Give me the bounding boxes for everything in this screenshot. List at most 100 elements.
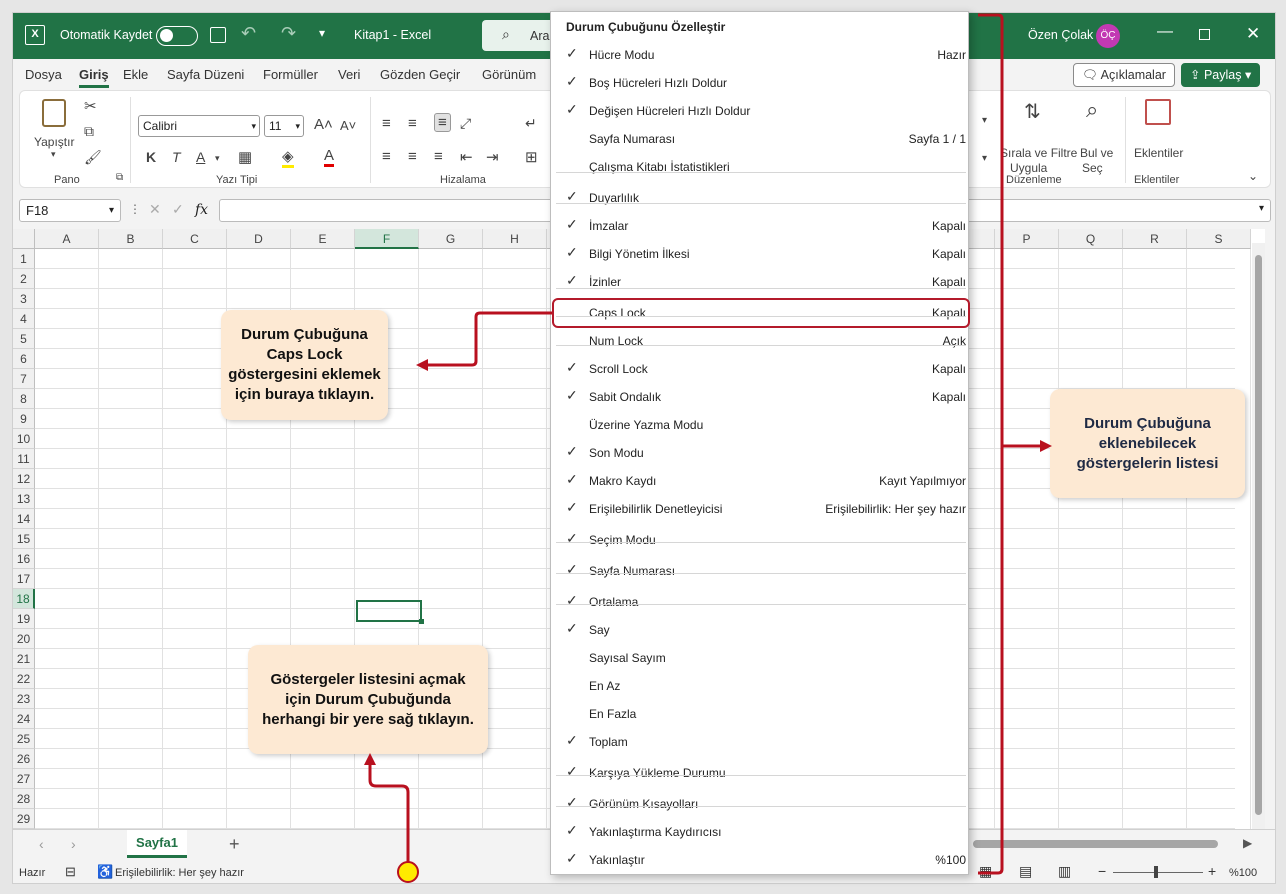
- column-header-c[interactable]: C: [163, 229, 227, 249]
- row-header-23[interactable]: 23: [13, 689, 35, 709]
- fill-color-icon[interactable]: ◈: [282, 147, 294, 168]
- ribbon-collapse-icon[interactable]: ⌄: [1248, 169, 1258, 183]
- chevron-down-icon[interactable]: ▾: [982, 115, 987, 126]
- bold-button[interactable]: K: [146, 149, 156, 165]
- menu-item-yakınlaştır[interactable]: ✓ Yakınlaştır %100: [551, 847, 970, 873]
- menu-item-seçim-modu[interactable]: ✓ Seçim Modu: [551, 527, 970, 553]
- row-header-1[interactable]: 1: [13, 249, 35, 269]
- borders-icon[interactable]: ▦: [238, 148, 252, 166]
- align-right-icon[interactable]: ≡: [434, 148, 443, 165]
- row-header-12[interactable]: 12: [13, 469, 35, 489]
- name-box[interactable]: F18 ▾: [19, 199, 121, 222]
- scroll-left-icon[interactable]: ‹: [39, 836, 44, 852]
- column-header-e[interactable]: E: [291, 229, 355, 249]
- quick-access-menu-icon[interactable]: ▾: [319, 26, 325, 40]
- cancel-icon[interactable]: ✕: [149, 201, 161, 218]
- row-header-21[interactable]: 21: [13, 649, 35, 669]
- page-break-view-icon[interactable]: ▥: [1058, 863, 1071, 880]
- column-header-q[interactable]: Q: [1059, 229, 1123, 249]
- menu-item-sayısal-sayım[interactable]: Sayısal Sayım: [551, 645, 970, 671]
- cut-icon[interactable]: ✂: [84, 97, 97, 115]
- menu-item-hücre-modu[interactable]: ✓ Hücre Modu Hazır: [551, 42, 970, 68]
- tab-page-layout[interactable]: Sayfa Düzeni: [167, 67, 244, 82]
- macro-record-icon[interactable]: ⊟: [65, 864, 76, 880]
- menu-item-bilgi-yönetim-i-lkesi[interactable]: ✓ Bilgi Yönetim İlkesi Kapalı: [551, 241, 970, 267]
- addins-label[interactable]: Eklentiler: [1134, 146, 1183, 160]
- row-header-14[interactable]: 14: [13, 509, 35, 529]
- zoom-slider-thumb[interactable]: [1154, 866, 1158, 878]
- row-header-26[interactable]: 26: [13, 749, 35, 769]
- row-header-19[interactable]: 19: [13, 609, 35, 629]
- comments-button[interactable]: 🗨 Açıklamalar: [1073, 63, 1175, 87]
- align-top-icon[interactable]: ≡: [382, 115, 391, 132]
- scroll-right-icon[interactable]: ▶: [1243, 836, 1252, 850]
- row-header-11[interactable]: 11: [13, 449, 35, 469]
- column-header-r[interactable]: R: [1123, 229, 1187, 249]
- column-header-s[interactable]: S: [1187, 229, 1251, 249]
- wrap-text-icon[interactable]: ↵: [525, 115, 537, 132]
- align-left-icon[interactable]: ≡: [382, 148, 391, 165]
- insert-function-icon[interactable]: fx: [195, 202, 208, 218]
- row-header-29[interactable]: 29: [13, 809, 35, 829]
- menu-item-sayfa-numarası[interactable]: ✓ Sayfa Numarası: [551, 558, 970, 584]
- undo-icon[interactable]: ↶: [241, 23, 256, 44]
- accessibility-status[interactable]: Erişilebilirlik: Her şey hazır: [115, 867, 244, 879]
- row-header-7[interactable]: 7: [13, 369, 35, 389]
- chevron-down-icon[interactable]: ▾: [215, 153, 220, 164]
- menu-item-üzerine-yazma-modu[interactable]: Üzerine Yazma Modu: [551, 412, 970, 438]
- find-select-label-2[interactable]: Seç: [1082, 161, 1103, 175]
- font-name-select[interactable]: Calibri ▾: [138, 115, 260, 137]
- row-header-10[interactable]: 10: [13, 429, 35, 449]
- scrollbar-thumb[interactable]: [1255, 255, 1262, 815]
- menu-item-say[interactable]: ✓ Say: [551, 617, 970, 643]
- sort-filter-icon[interactable]: ⇅: [1024, 99, 1041, 124]
- column-header-d[interactable]: D: [227, 229, 291, 249]
- tab-formulas[interactable]: Formüller: [263, 67, 318, 82]
- column-header-f[interactable]: F: [355, 229, 419, 249]
- sheet-tab-sayfa1[interactable]: Sayfa1: [127, 830, 187, 858]
- row-header-4[interactable]: 4: [13, 309, 35, 329]
- save-icon[interactable]: [210, 27, 226, 43]
- row-header-22[interactable]: 22: [13, 669, 35, 689]
- menu-item-toplam[interactable]: ✓ Toplam: [551, 729, 970, 755]
- enter-icon[interactable]: ✓: [172, 201, 184, 218]
- row-header-27[interactable]: 27: [13, 769, 35, 789]
- column-header-g[interactable]: G: [419, 229, 483, 249]
- row-header-15[interactable]: 15: [13, 529, 35, 549]
- addins-icon[interactable]: [1145, 99, 1171, 125]
- menu-item-yakınlaştırma-kaydırıcısı[interactable]: ✓ Yakınlaştırma Kaydırıcısı: [551, 819, 970, 845]
- zoom-level[interactable]: %100: [1229, 867, 1257, 879]
- share-button[interactable]: ⇪ Paylaş ▾: [1181, 63, 1261, 87]
- align-middle-icon[interactable]: ≡: [408, 115, 417, 132]
- menu-item-değişen-hücreleri-hızlı-doldur[interactable]: ✓ Değişen Hücreleri Hızlı Doldur: [551, 98, 970, 124]
- tab-insert[interactable]: Ekle: [123, 67, 148, 82]
- row-header-17[interactable]: 17: [13, 569, 35, 589]
- menu-item-görünüm-kısayolları[interactable]: ✓ Görünüm Kısayolları: [551, 791, 970, 817]
- row-header-20[interactable]: 20: [13, 629, 35, 649]
- menu-item-erişilebilirlik-denetleyicisi[interactable]: ✓ Erişilebilirlik Denetleyicisi Erişilebil…: [551, 496, 970, 522]
- row-header-25[interactable]: 25: [13, 729, 35, 749]
- underline-button[interactable]: A: [196, 149, 205, 165]
- tab-file[interactable]: Dosya: [25, 67, 62, 82]
- find-select-label-1[interactable]: Bul ve: [1080, 146, 1113, 160]
- horizontal-scrollbar[interactable]: [973, 840, 1218, 848]
- menu-item-sayfa-numarası[interactable]: Sayfa Numarası Sayfa 1 / 1: [551, 126, 970, 152]
- sort-filter-label-1[interactable]: Sırala ve Filtre: [1000, 146, 1077, 160]
- align-bottom-icon[interactable]: ≡: [434, 113, 451, 132]
- font-size-select[interactable]: 11 ▾: [264, 115, 304, 137]
- row-header-3[interactable]: 3: [13, 289, 35, 309]
- row-header-2[interactable]: 2: [13, 269, 35, 289]
- autosave-toggle[interactable]: [156, 26, 198, 46]
- menu-item-scroll-lock[interactable]: ✓ Scroll Lock Kapalı: [551, 356, 970, 382]
- row-header-16[interactable]: 16: [13, 549, 35, 569]
- row-header-28[interactable]: 28: [13, 789, 35, 809]
- tab-data[interactable]: Veri: [338, 67, 360, 82]
- maximize-icon[interactable]: [1199, 29, 1210, 40]
- merge-center-icon[interactable]: ⊞: [525, 148, 538, 166]
- menu-item-num-lock[interactable]: Num Lock Açık: [551, 328, 970, 354]
- normal-view-icon[interactable]: ▦: [979, 863, 992, 880]
- menu-item-son-modu[interactable]: ✓ Son Modu: [551, 440, 970, 466]
- menu-item-i-zinler[interactable]: ✓ İzinler Kapalı: [551, 269, 970, 295]
- decrease-indent-icon[interactable]: ⇤: [460, 148, 473, 166]
- font-color-icon[interactable]: A: [324, 147, 335, 167]
